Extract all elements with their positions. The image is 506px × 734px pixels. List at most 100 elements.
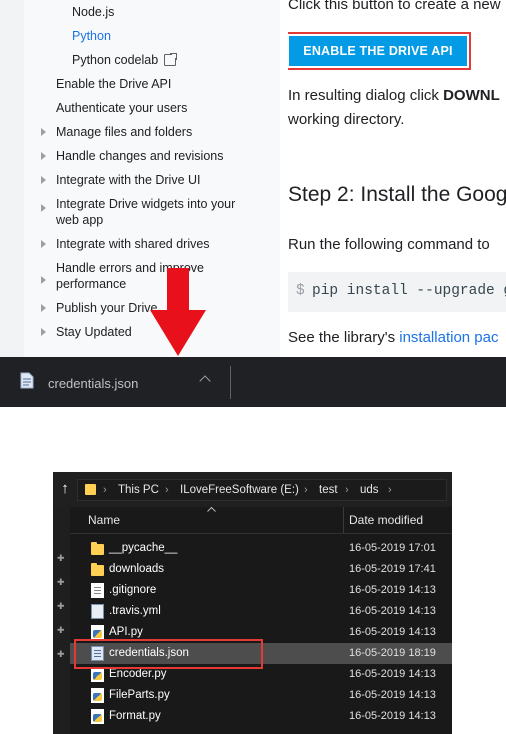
python-file-icon [91, 709, 104, 724]
folder-icon [91, 563, 104, 576]
address-bar: ↑ › This PC › ILoveFreeSoftware (E:) › t… [53, 472, 452, 507]
chevron-right-icon[interactable] [41, 152, 46, 160]
chevron-right-icon: › [388, 484, 392, 496]
sidebar-item-stay-updated[interactable]: Stay Updated [56, 324, 132, 340]
code-command[interactable]: pip install --upgrade g [312, 283, 506, 299]
python-file-icon [91, 625, 104, 640]
chevron-right-icon: › [103, 484, 107, 496]
sidebar-item-shared-drives[interactable]: Integrate with shared drives [56, 236, 210, 252]
pin-icon[interactable]: ✚ [57, 650, 65, 659]
sidebar-item-errors-2[interactable]: performance [56, 276, 126, 292]
python-file-icon [91, 667, 104, 682]
sidebar-item-nodejs[interactable]: Node.js [72, 4, 114, 20]
file-row[interactable]: .travis.yml 16-05-2019 14:13 [70, 601, 452, 622]
installation-link[interactable]: installation pac [399, 329, 498, 346]
sidebar-item-python-codelab[interactable]: Python codelab [72, 52, 179, 68]
file-date: 16-05-2019 17:41 [349, 563, 436, 575]
pin-icon[interactable]: ✚ [57, 626, 65, 635]
chevron-right-icon[interactable] [41, 128, 46, 136]
file-row[interactable]: __pycache__ 16-05-2019 17:01 [70, 538, 452, 559]
dialog-instruction-2: working directory. [288, 111, 405, 128]
drive-docs-page: Node.js Python Python codelab Enable the… [0, 0, 506, 357]
folder-icon [85, 484, 96, 495]
chevron-right-icon[interactable] [41, 176, 46, 184]
sidebar-item-drive-ui[interactable]: Integrate with the Drive UI [56, 172, 201, 188]
sidebar-divider [280, 0, 288, 357]
file-date: 16-05-2019 14:13 [349, 584, 436, 596]
code-prompt: $ [296, 283, 305, 299]
see-library-text: See the library's installation pac [288, 329, 498, 346]
chevron-right-icon[interactable] [41, 240, 46, 248]
sidebar-item-label: Python codelab [72, 53, 159, 67]
column-separator[interactable] [343, 507, 344, 533]
file-name: .gitignore [109, 584, 157, 596]
file-name: FileParts.py [109, 689, 170, 701]
pin-icon[interactable]: ✚ [57, 578, 65, 587]
sidebar-item-widgets-2[interactable]: web app [56, 212, 103, 228]
file-row[interactable]: FileParts.py 16-05-2019 14:13 [70, 685, 452, 706]
breadcrumb-uds[interactable]: uds [360, 484, 379, 496]
pin-icon[interactable]: ✚ [57, 602, 65, 611]
file-icon [20, 372, 34, 389]
sidebar-item-changes[interactable]: Handle changes and revisions [56, 148, 223, 164]
chevron-right-icon[interactable] [41, 204, 46, 212]
file-date: 16-05-2019 14:13 [349, 668, 436, 680]
code-block: $ pip install --upgrade g [288, 272, 506, 312]
yml-file-icon [91, 604, 104, 619]
pin-icon[interactable]: ✚ [57, 554, 65, 563]
chevron-right-icon: › [304, 484, 308, 496]
navigation-pane: ✚ ✚ ✚ ✚ ✚ [53, 507, 70, 734]
docs-content: Click this button to create a new ENABLE… [288, 0, 506, 357]
breadcrumb-drive[interactable]: ILoveFreeSoftware (E:) [180, 484, 299, 496]
enable-drive-api-button[interactable]: ENABLE THE DRIVE API [289, 36, 467, 66]
download-separator [230, 366, 231, 399]
address-box[interactable]: › This PC › ILoveFreeSoftware (E:) › tes… [77, 479, 447, 501]
chevron-right-icon[interactable] [41, 276, 46, 284]
file-row[interactable]: Format.py 16-05-2019 14:13 [70, 706, 452, 727]
dialog-instruction: In resulting dialog click DOWNL [288, 87, 500, 104]
python-file-icon [91, 688, 104, 703]
dialog-text: In resulting dialog click [288, 87, 444, 104]
sidebar-item-python[interactable]: Python [72, 28, 111, 44]
breadcrumb-test[interactable]: test [319, 484, 338, 496]
chevron-right-icon[interactable] [41, 328, 46, 336]
external-link-icon [164, 52, 179, 66]
breadcrumb-this-pc[interactable]: This PC [118, 484, 159, 496]
chevron-right-icon[interactable] [41, 304, 46, 312]
file-name: __pycache__ [109, 542, 178, 554]
chevron-right-icon: › [165, 484, 169, 496]
chevron-up-icon[interactable] [199, 375, 211, 387]
run-text: Run the following command to [288, 236, 490, 253]
sidebar-item-authenticate[interactable]: Authenticate your users [56, 100, 187, 116]
intro-text: Click this button to create a new [288, 0, 501, 13]
sidebar-item-enable-api[interactable]: Enable the Drive API [56, 76, 171, 92]
file-date: 16-05-2019 14:13 [349, 626, 436, 638]
left-gutter [0, 0, 24, 357]
highlight-box: ENABLE THE DRIVE API [288, 32, 471, 70]
file-name: API.py [109, 626, 143, 638]
down-arrow-icon [150, 268, 206, 356]
download-bar: credentials.json [0, 357, 506, 407]
step2-heading: Step 2: Install the Goog [288, 183, 506, 206]
highlight-box [74, 639, 263, 669]
see-text: See the library's [288, 329, 400, 346]
up-arrow-icon[interactable]: ↑ [57, 481, 73, 497]
file-row[interactable]: downloads 16-05-2019 17:41 [70, 559, 452, 580]
chevron-right-icon: › [345, 484, 349, 496]
file-name: Encoder.py [109, 668, 167, 680]
column-name[interactable]: Name [88, 513, 120, 527]
file-name: downloads [109, 563, 164, 575]
file-date: 16-05-2019 18:19 [349, 647, 436, 659]
file-date: 16-05-2019 14:13 [349, 689, 436, 701]
sidebar-item-publish[interactable]: Publish your Drive [56, 300, 157, 316]
file-date: 16-05-2019 17:01 [349, 542, 436, 554]
column-date-modified[interactable]: Date modified [349, 513, 423, 527]
download-filename[interactable]: credentials.json [48, 376, 138, 391]
sidebar-item-manage-files[interactable]: Manage files and folders [56, 124, 192, 140]
file-row[interactable]: .gitignore 16-05-2019 14:13 [70, 580, 452, 601]
folder-icon [91, 542, 104, 555]
column-header: Name Date modified [70, 507, 452, 534]
sidebar-item-widgets[interactable]: Integrate Drive widgets into your [56, 196, 235, 212]
file-explorer: ↑ › This PC › ILoveFreeSoftware (E:) › t… [53, 472, 452, 734]
text-file-icon [91, 583, 104, 598]
